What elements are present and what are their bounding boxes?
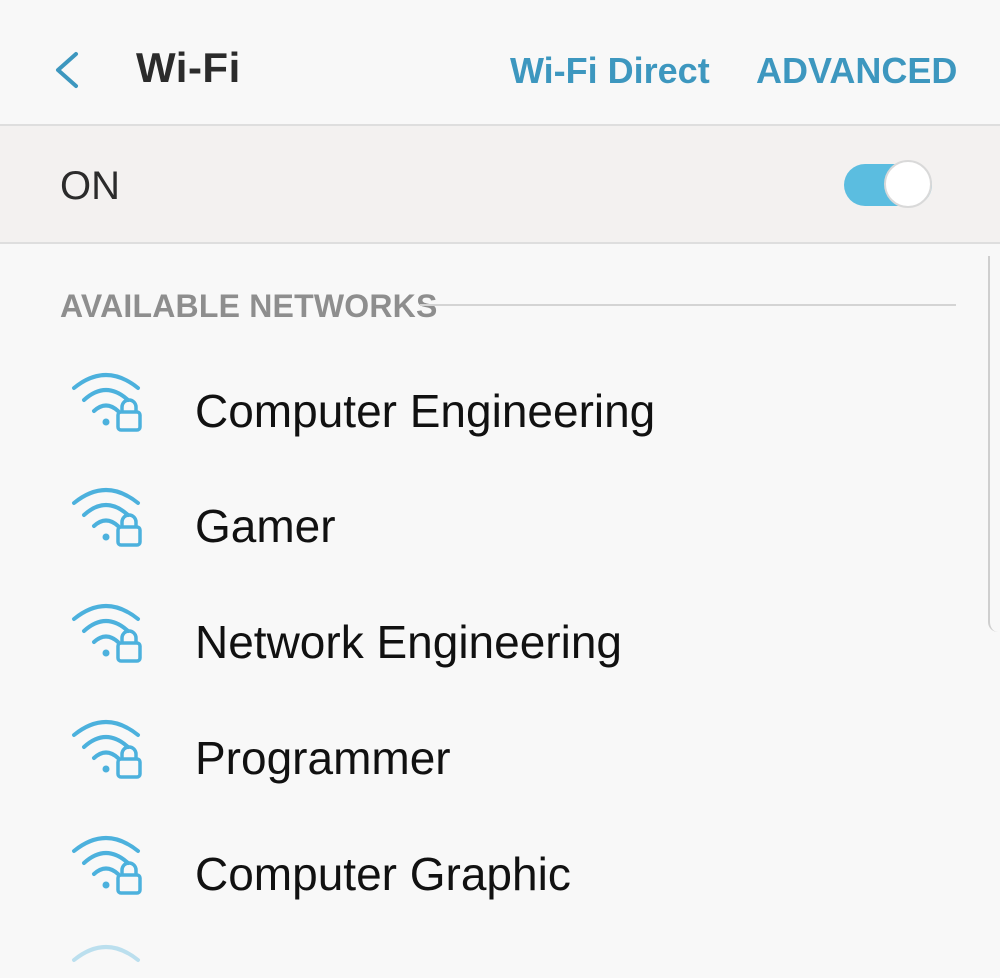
network-item[interactable]: Gamer	[0, 477, 980, 587]
app-header: Wi-Fi Wi-Fi Direct ADVANCED	[0, 0, 1000, 126]
back-button[interactable]	[44, 40, 96, 100]
network-name: Gamer	[195, 500, 336, 552]
wifi-lock-icon	[70, 483, 148, 549]
network-item[interactable]: Programmer	[0, 709, 980, 819]
wifi-icon	[70, 940, 148, 978]
advanced-button[interactable]: ADVANCED	[756, 50, 957, 92]
network-name: Computer Engineering	[195, 385, 656, 437]
network-item[interactable]: Network Engineering	[0, 593, 980, 703]
chevron-left-icon	[44, 52, 96, 104]
switch-thumb	[884, 160, 932, 208]
wifi-lock-icon	[70, 599, 148, 665]
network-name: Network Engineering	[195, 616, 623, 668]
wifi-lock-icon	[70, 831, 148, 897]
section-divider	[420, 304, 956, 306]
network-item[interactable]: Computer Graphic	[0, 825, 980, 935]
page-title: Wi-Fi	[136, 44, 241, 91]
wifi-switch[interactable]	[842, 160, 936, 210]
available-networks-header: AVAILABLE NETWORKS	[60, 288, 438, 324]
wifi-lock-icon	[70, 715, 148, 781]
wifi-toggle-row[interactable]: ON	[0, 126, 1000, 244]
scrollbar[interactable]	[988, 256, 1000, 632]
network-item[interactable]: Computer Engineering	[0, 362, 980, 472]
wifi-lock-icon	[70, 368, 148, 434]
network-name: Programmer	[195, 732, 451, 784]
wifi-direct-button[interactable]: Wi-Fi Direct	[510, 50, 710, 92]
wifi-toggle-label: ON	[60, 164, 120, 208]
network-name: Computer Graphic	[195, 848, 571, 900]
